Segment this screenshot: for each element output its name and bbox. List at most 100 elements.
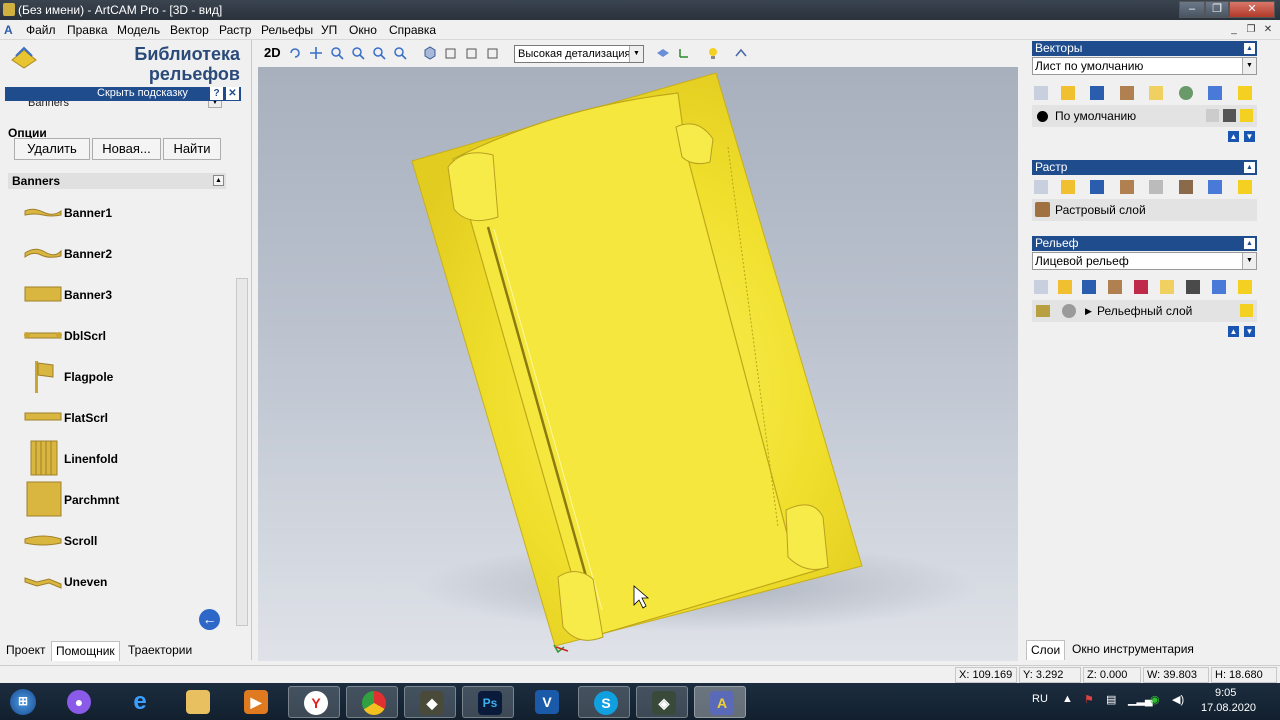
group-header-banners[interactable]: Banners ▲ xyxy=(8,173,226,189)
zoom-out-icon[interactable] xyxy=(351,46,365,60)
rotate-icon[interactable] xyxy=(288,46,302,60)
pen-icon[interactable] xyxy=(1223,109,1236,122)
zoom-window-icon[interactable] xyxy=(372,46,386,60)
lock-icon[interactable] xyxy=(1206,109,1219,122)
light-bulb-icon[interactable] xyxy=(706,46,720,60)
close-hint-icon[interactable]: ✕ xyxy=(226,87,239,100)
security-icon[interactable]: ◉ xyxy=(1150,693,1160,706)
artcam-app-icon[interactable] xyxy=(3,3,15,16)
move-up-icon[interactable]: ▲ xyxy=(1228,326,1239,337)
delete-button[interactable]: Удалить xyxy=(14,138,90,160)
visibility-bulb-icon[interactable] xyxy=(1240,109,1253,122)
render-icon[interactable] xyxy=(656,46,670,60)
new-button[interactable]: Новая... xyxy=(92,138,161,160)
clock-date[interactable]: 17.08.2020 xyxy=(1201,702,1256,714)
relief-item[interactable]: Scroll xyxy=(20,521,220,559)
detail-level-select[interactable]: Высокая детализация ▼ xyxy=(514,45,644,63)
taskbar-explorer[interactable] xyxy=(171,686,223,718)
clear-icon[interactable] xyxy=(1149,180,1163,194)
flag-icon[interactable]: ⚑ xyxy=(1084,693,1094,706)
menu-edit[interactable]: Правка xyxy=(67,23,108,37)
menu-raster[interactable]: Растр xyxy=(219,23,251,37)
move-down-icon[interactable]: ▼ xyxy=(1244,131,1255,142)
close-button[interactable]: ✕ xyxy=(1229,1,1275,18)
tab-project[interactable]: Проект xyxy=(2,641,50,661)
help-icon[interactable]: ? xyxy=(210,87,223,100)
signal-icon[interactable]: ▁▂▄ xyxy=(1128,693,1153,706)
relief-item[interactable]: FlatScrl xyxy=(20,398,220,436)
zoom-fit-icon[interactable] xyxy=(393,46,407,60)
relief-item[interactable]: Banner3 xyxy=(20,275,220,313)
relief-item[interactable]: Banner1 xyxy=(20,193,220,231)
mdi-minimize-button[interactable]: _ xyxy=(1227,24,1241,36)
find-button[interactable]: Найти xyxy=(163,138,221,160)
paste-icon[interactable] xyxy=(1120,86,1134,100)
relief-item[interactable]: Linenfold xyxy=(20,439,220,477)
tab-layers[interactable]: Слои xyxy=(1026,640,1066,660)
taskbar-media[interactable]: ▶ xyxy=(229,686,281,718)
chevron-down-icon[interactable]: ▼ xyxy=(1242,58,1256,74)
volume-icon[interactable]: ◀) xyxy=(1172,693,1184,706)
language-indicator[interactable]: RU xyxy=(1032,693,1048,705)
relief-layer-row[interactable]: ▶ Рельефный слой xyxy=(1032,300,1257,322)
axes-icon[interactable] xyxy=(677,46,691,60)
vector-sheet-select[interactable]: Лист по умолчанию ▼ xyxy=(1032,57,1257,75)
delete-layer-icon[interactable] xyxy=(1212,280,1226,294)
relief-section-header[interactable]: Рельеф ▲ xyxy=(1032,236,1257,251)
collapse-icon[interactable]: ▲ xyxy=(1244,238,1255,249)
menu-app-icon[interactable]: A xyxy=(4,23,13,37)
minimize-button[interactable]: – xyxy=(1179,1,1205,18)
freeze-icon[interactable] xyxy=(1186,280,1200,294)
new-layer-icon[interactable] xyxy=(1034,86,1048,100)
open-folder-icon[interactable] xyxy=(1061,86,1075,100)
material-icon[interactable] xyxy=(734,46,748,60)
relief-item[interactable]: Banner2 xyxy=(20,234,220,272)
open-folder-icon[interactable] xyxy=(1058,280,1072,294)
taskbar-v[interactable]: V xyxy=(520,686,572,718)
relief-select[interactable]: Лицевой рельеф ▼ xyxy=(1032,252,1257,270)
back-arrow-icon[interactable]: ← xyxy=(199,609,220,630)
paste-icon[interactable] xyxy=(1120,180,1134,194)
front-view-icon[interactable] xyxy=(444,46,458,60)
taskbar-alice[interactable]: ● xyxy=(52,686,104,718)
layer-properties-icon[interactable] xyxy=(1149,86,1163,100)
vector-layer-row[interactable]: По умолчанию xyxy=(1032,105,1257,127)
top-view-icon[interactable] xyxy=(486,46,500,60)
chevron-down-icon[interactable]: ▼ xyxy=(1242,253,1256,269)
relief-item[interactable]: Flagpole xyxy=(20,357,220,395)
delete-layer-icon[interactable] xyxy=(1208,86,1222,100)
show-hidden-icons-icon[interactable]: ▲ xyxy=(1062,693,1073,705)
taskbar-chrome[interactable] xyxy=(346,686,398,718)
collapse-icon[interactable]: ▲ xyxy=(1244,162,1255,173)
mdi-restore-button[interactable]: ❐ xyxy=(1244,24,1258,36)
menu-file[interactable]: Файл xyxy=(26,23,56,37)
menu-reliefs[interactable]: Рельефы xyxy=(261,23,313,37)
taskbar-app2[interactable]: ◈ xyxy=(636,686,688,718)
taskbar-photoshop[interactable]: Ps xyxy=(462,686,514,718)
start-button[interactable]: ⊞ xyxy=(2,686,46,718)
3d-viewport[interactable] xyxy=(258,67,1018,661)
save-icon[interactable] xyxy=(1090,86,1104,100)
new-layer-icon[interactable] xyxy=(1034,180,1048,194)
pan-icon[interactable] xyxy=(309,46,323,60)
menu-window[interactable]: Окно xyxy=(349,23,377,37)
collapse-icon[interactable]: ▲ xyxy=(1244,43,1255,54)
visibility-bulb-icon[interactable] xyxy=(1240,304,1253,317)
zoom-in-icon[interactable] xyxy=(330,46,344,60)
light-bulb-icon[interactable] xyxy=(1238,180,1252,194)
2d-view-button[interactable]: 2D xyxy=(264,45,281,60)
relief-item[interactable]: Uneven xyxy=(20,562,220,600)
bitmap-icon[interactable] xyxy=(1179,180,1193,194)
menu-help[interactable]: Справка xyxy=(389,23,436,37)
collapse-icon[interactable]: ▲ xyxy=(213,175,224,186)
light-bulb-icon[interactable] xyxy=(1238,280,1252,294)
paste-icon[interactable] xyxy=(1108,280,1122,294)
layer-mode-icon[interactable] xyxy=(1062,304,1076,318)
relief-item[interactable]: DblScrl xyxy=(20,316,220,354)
maximize-button[interactable]: ❐ xyxy=(1205,1,1229,18)
taskbar-app[interactable]: ◆ xyxy=(404,686,456,718)
taskbar-artcam[interactable]: A xyxy=(694,686,746,718)
new-layer-icon[interactable] xyxy=(1034,280,1048,294)
side-view-icon[interactable] xyxy=(465,46,479,60)
iso-view-icon[interactable] xyxy=(423,46,437,60)
